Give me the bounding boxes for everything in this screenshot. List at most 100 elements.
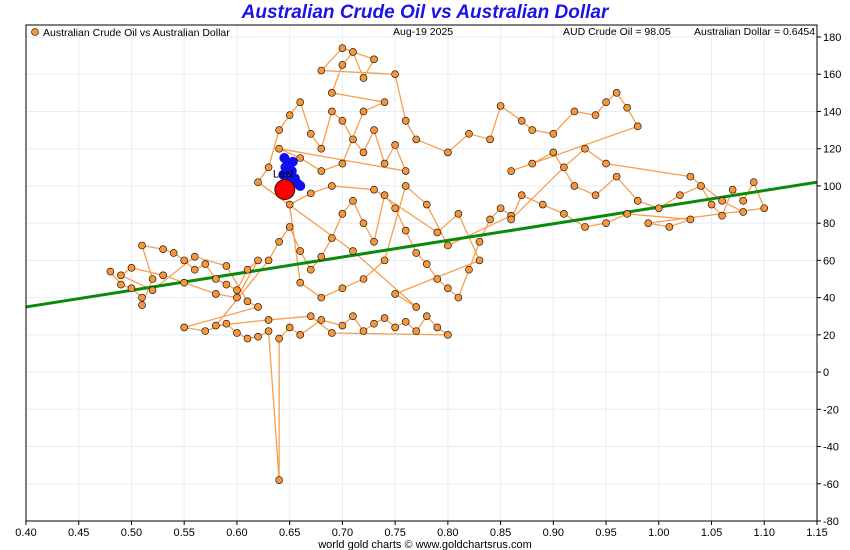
- data-point: [127, 264, 136, 272]
- y-tick-label: 40: [823, 293, 835, 305]
- x-axis: 0.40 0.45 0.50 0.55 0.60 0.65 0.70 0.75 0.80 0.85…: [15, 521, 828, 539]
- data-point: [560, 163, 568, 172]
- data-point: [507, 167, 515, 175]
- data-point: [306, 312, 315, 321]
- data-point: [285, 111, 294, 119]
- data-point: [317, 252, 326, 261]
- data-point: [338, 210, 347, 218]
- data-point: [486, 215, 494, 224]
- date-label: Aug-19 2025: [393, 26, 453, 38]
- data-point: [538, 200, 547, 209]
- data-point: [391, 141, 399, 149]
- data-point: [370, 319, 378, 328]
- data-point: [412, 249, 421, 257]
- data-point: [233, 329, 241, 337]
- data-point: [602, 98, 610, 106]
- data-point: [349, 135, 357, 144]
- data-point: [581, 144, 589, 153]
- data-point: [528, 126, 537, 134]
- data-point: [749, 178, 758, 186]
- data-point: [201, 260, 210, 268]
- data-point: [243, 265, 252, 274]
- data-point: [644, 219, 653, 227]
- data-point: [275, 334, 283, 343]
- data-point: [507, 215, 515, 224]
- data-point: [338, 116, 347, 125]
- data-point: [306, 189, 315, 198]
- data-point: [338, 159, 347, 168]
- data-point: [412, 303, 421, 311]
- legend-marker: [31, 28, 39, 36]
- data-point: [475, 256, 484, 265]
- data-point: [665, 223, 674, 231]
- data-point: [549, 148, 558, 157]
- y-tick-label: 120: [823, 144, 841, 156]
- data-point: [328, 182, 336, 190]
- data-point: [380, 314, 389, 322]
- y-tick-label: 60: [823, 255, 835, 267]
- data-point: [401, 226, 410, 235]
- grid: [25, 25, 818, 522]
- y-axis: 180 160 140 120 100 80 60 40 20 0 -20 -40 -60 -80: [817, 32, 841, 528]
- data-point: [401, 167, 410, 175]
- x-tick-label: 0.55: [173, 527, 194, 539]
- data-point: [328, 89, 336, 97]
- data-point: [412, 135, 421, 144]
- x-tick-label: 0.95: [595, 527, 616, 539]
- data-point: [739, 197, 747, 205]
- data-point: [391, 70, 399, 79]
- data-point: [138, 241, 146, 250]
- data-point: [359, 74, 368, 82]
- data-point: [370, 55, 378, 64]
- footer-credit: world gold charts © www.goldchartsrus.co…: [317, 539, 532, 550]
- data-point: [401, 318, 410, 326]
- data-point: [422, 312, 431, 321]
- data-point: [349, 247, 357, 255]
- data-point: [180, 256, 188, 265]
- data-point: [180, 278, 188, 287]
- data-point: [222, 319, 231, 328]
- data-point: [338, 44, 347, 52]
- data-point: [623, 103, 631, 112]
- data-point: [370, 126, 378, 134]
- y-tick-label: -40: [823, 442, 839, 454]
- data-point: [127, 284, 136, 293]
- data-point: [306, 130, 315, 138]
- data-point: [275, 144, 283, 153]
- data-point: [159, 245, 167, 254]
- data-point: [317, 316, 326, 324]
- x-tick-label: 0.45: [68, 527, 89, 539]
- y-tick-label: -60: [823, 479, 839, 491]
- data-point: [444, 284, 452, 293]
- last-label: Last: [273, 169, 294, 181]
- data-point: [391, 323, 399, 332]
- y-tick-label: -20: [823, 404, 839, 416]
- aud-readout: Australian Dollar = 0.6454: [694, 26, 815, 38]
- data-point: [654, 204, 663, 213]
- data-point: [496, 204, 505, 213]
- data-point: [148, 275, 157, 283]
- data-point: [697, 182, 705, 190]
- recent-point: [287, 156, 298, 167]
- data-point: [623, 210, 631, 218]
- y-tick-label: 0: [823, 367, 829, 379]
- data-point: [159, 271, 167, 280]
- data-point: [138, 293, 146, 302]
- data-point: [422, 260, 431, 268]
- data-point: [359, 275, 368, 283]
- data-point: [285, 223, 294, 231]
- data-point: [686, 172, 695, 181]
- data-point: [633, 197, 642, 205]
- data-point: [296, 154, 305, 162]
- data-point: [591, 191, 600, 200]
- data-point: [222, 262, 231, 270]
- data-point: [602, 219, 610, 227]
- data-point: [222, 280, 231, 289]
- data-point: [296, 98, 305, 106]
- data-point: [686, 215, 695, 224]
- data-point: [570, 107, 579, 116]
- plot-marks: Last: [25, 44, 818, 484]
- data-point: [475, 237, 484, 246]
- data-point: [275, 237, 283, 246]
- data-point: [254, 256, 262, 265]
